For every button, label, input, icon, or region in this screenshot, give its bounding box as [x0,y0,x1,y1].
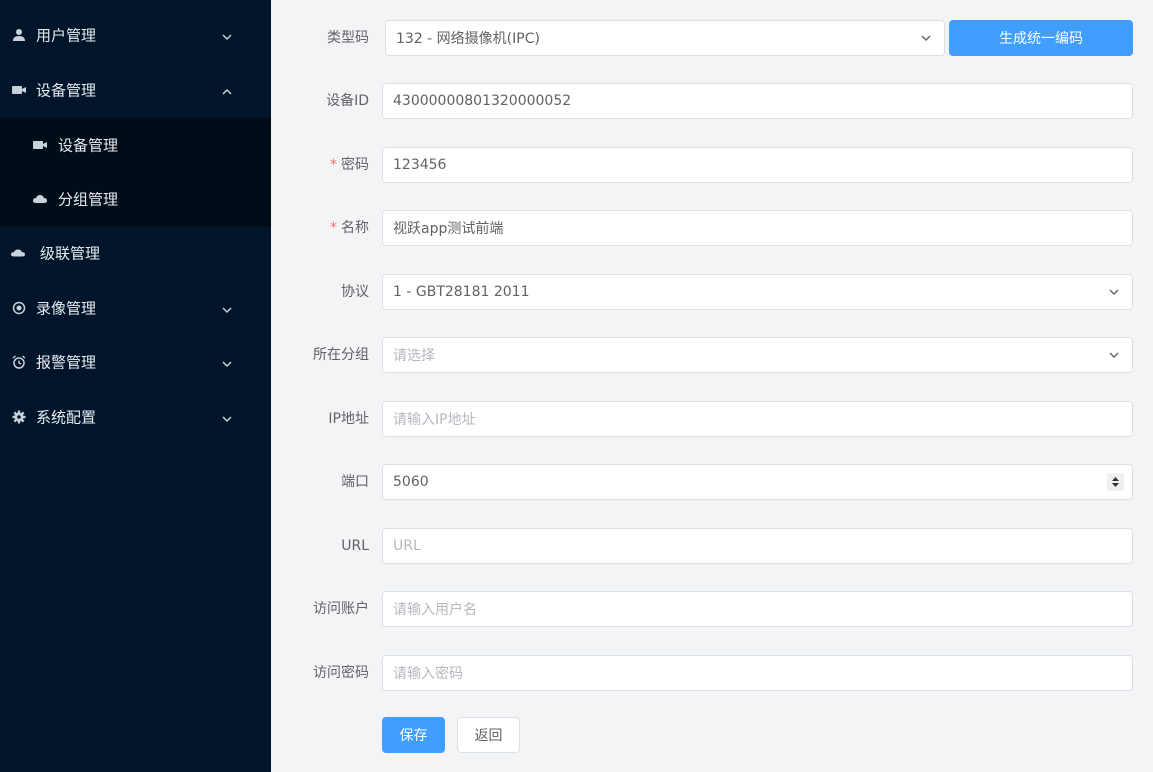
password-value: 123456 [393,157,447,173]
ip-input[interactable]: 请输入IP地址 [382,401,1133,437]
gear-icon [12,410,26,424]
device-id-label: 设备ID [326,93,369,109]
form-row-protocol: 协议 1 - GBT28181 2011 [300,274,1133,310]
account-label: 访问账户 [313,601,369,617]
chevron-down-icon [221,29,233,41]
sidebar-item-label: 报警管理 [36,353,97,372]
device-id-value: 43000000801320000052 [393,93,572,109]
save-button[interactable]: 保存 [382,717,445,753]
password-input[interactable]: 123456 [382,147,1133,183]
sidebar-subitem-device-management[interactable]: 设备管理 [0,118,271,172]
sidebar-item-label: 录像管理 [36,299,97,318]
chevron-down-icon [920,32,932,44]
form-row-group: 所在分组 请选择 [300,337,1133,373]
form-row-type-code: 类型码 132 - 网络摄像机(IPC) 生成统一编码 [300,20,1133,56]
device-id-input[interactable]: 43000000801320000052 [382,83,1133,119]
chevron-down-icon [221,411,233,423]
account-placeholder: 请输入用户名 [393,602,477,618]
generate-code-button[interactable]: 生成统一编码 [949,20,1133,56]
type-code-select[interactable]: 132 - 网络摄像机(IPC) [385,20,945,56]
protocol-value: 1 - GBT28181 2011 [393,284,530,300]
password-label-text: 密码 [341,157,369,173]
port-input[interactable]: 5060 [382,464,1133,500]
camera-icon [33,138,47,152]
type-code-value: 132 - 网络摄像机(IPC) [396,31,540,47]
required-asterisk: * [330,220,337,236]
type-code-label: 类型码 [327,30,369,46]
url-label: URL [341,538,369,554]
number-stepper-icon[interactable] [1107,473,1124,491]
group-label: 所在分组 [313,347,369,363]
port-value: 5060 [393,474,429,490]
cloud-icon [11,246,25,260]
name-label-text: 名称 [341,220,369,236]
sidebar-item-device-management[interactable]: 设备管理 [0,63,271,117]
name-value: 视跃app测试前端 [393,221,504,237]
group-select[interactable]: 请选择 [382,337,1133,373]
sidebar-item-label: 用户管理 [36,26,97,45]
sidebar-item-label: 级联管理 [40,244,101,263]
form-row-name: * 名称 视跃app测试前端 [300,210,1133,246]
sidebar-subitem-label: 设备管理 [58,136,119,155]
form-row-ip: IP地址 请输入IP地址 [300,401,1133,437]
form-row-device-id: 设备ID 43000000801320000052 [300,83,1133,119]
user-icon [12,28,26,42]
sidebar-item-system-config[interactable]: 系统配置 [0,390,271,444]
alarm-clock-icon [12,355,26,369]
sidebar-subitem-label: 分组管理 [58,190,119,209]
access-password-input[interactable]: 请输入密码 [382,655,1133,691]
form-row-url: URL URL [300,528,1133,564]
required-asterisk: * [330,157,337,173]
chevron-down-icon [1108,349,1120,361]
protocol-label: 协议 [341,284,369,300]
sidebar-item-cascade-management[interactable]: 级联管理 [0,226,271,280]
protocol-select[interactable]: 1 - GBT28181 2011 [382,274,1133,310]
back-button[interactable]: 返回 [457,717,520,753]
sidebar-item-recording-management[interactable]: 录像管理 [0,281,271,335]
camera-icon [12,83,26,97]
form-row-port: 端口 5060 [300,464,1133,500]
form-row-access-password: 访问密码 请输入密码 [300,655,1133,691]
chevron-down-icon [221,356,233,368]
chevron-up-icon [221,84,233,96]
sidebar: 用户管理 设备管理 设备管理 分组管理 级联管理 录像管理 报警管理 系统配置 [0,0,271,772]
ip-label: IP地址 [328,411,369,427]
sidebar-item-label: 设备管理 [36,81,97,100]
access-password-label: 访问密码 [313,665,369,681]
form-row-account: 访问账户 请输入用户名 [300,591,1133,627]
access-password-placeholder: 请输入密码 [393,666,463,682]
form-row-password: * 密码 123456 [300,147,1133,183]
group-placeholder: 请选择 [393,348,435,364]
record-icon [12,301,26,315]
cloud-icon [33,192,47,206]
account-input[interactable]: 请输入用户名 [382,591,1133,627]
chevron-down-icon [221,302,233,314]
password-label: * 密码 [330,147,369,183]
chevron-down-icon [1108,286,1120,298]
sidebar-item-alarm-management[interactable]: 报警管理 [0,335,271,389]
sidebar-item-label: 系统配置 [36,408,97,427]
url-placeholder: URL [393,538,421,554]
name-label: * 名称 [330,210,369,246]
port-label: 端口 [341,474,369,490]
url-input[interactable]: URL [382,528,1133,564]
name-input[interactable]: 视跃app测试前端 [382,210,1133,246]
sidebar-subitem-group-management[interactable]: 分组管理 [0,172,271,226]
ip-placeholder: 请输入IP地址 [393,412,476,428]
sidebar-item-user-management[interactable]: 用户管理 [0,8,271,62]
